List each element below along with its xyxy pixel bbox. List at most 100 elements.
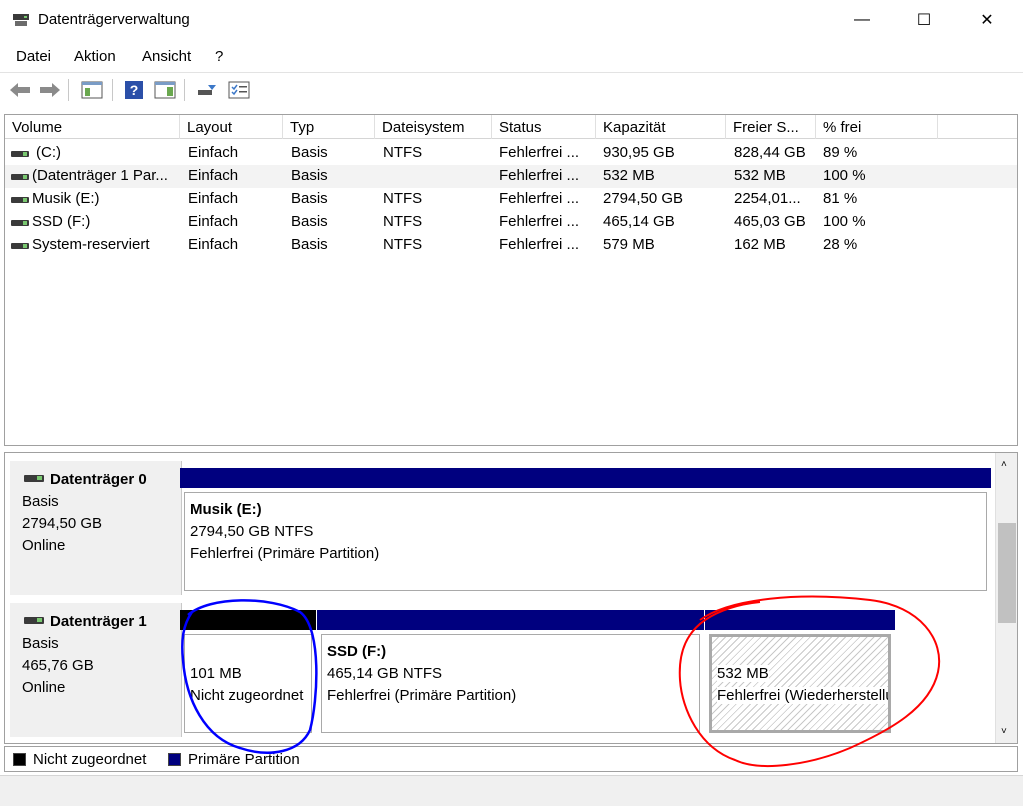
legend: Nicht zugeordnet Primäre Partition: [4, 746, 1018, 772]
cell-frei: 532 MB: [734, 167, 786, 184]
title-bar: Datenträgerverwaltung — ☐ ✕: [0, 0, 1023, 40]
cell-typ: Basis: [291, 213, 328, 230]
window-title: Datenträgerverwaltung: [38, 11, 190, 28]
partition-body: SSD (F:) 465,14 GB NTFS Fehlerfrei (Prim…: [321, 634, 700, 733]
disk-management-app-icon: [13, 14, 29, 26]
disk-0-size: 2794,50 GB: [22, 515, 103, 532]
volume-row[interactable]: SSD (F:) Einfach Basis NTFS Fehlerfrei .…: [5, 211, 1017, 234]
volume-list-header: Volume Layout Typ Dateisystem Status Kap…: [5, 115, 1017, 139]
connect-icon[interactable]: [195, 79, 219, 101]
cell-volume: SSD (F:): [32, 213, 91, 230]
scroll-up-icon[interactable]: ˄: [1001, 459, 1007, 470]
disk-1-size: 465,76 GB: [22, 657, 94, 674]
cell-frei: 162 MB: [734, 236, 786, 253]
partition-status: Fehlerfrei (Wiederherstellungspartition): [717, 687, 888, 704]
legend-primary-label: Primäre Partition: [188, 751, 300, 768]
disk-icon: [24, 475, 44, 482]
column-prozent-frei[interactable]: % frei: [816, 115, 938, 139]
column-dateisystem[interactable]: Dateisystem: [375, 115, 492, 139]
cell-status: Fehlerfrei ...: [499, 167, 580, 184]
action-pane-icon[interactable]: [153, 79, 177, 101]
volume-row[interactable]: (C:) Einfach Basis NTFS Fehlerfrei ... 9…: [5, 142, 1017, 165]
cell-typ: Basis: [291, 167, 328, 184]
cell-prozent: 81 %: [823, 190, 858, 207]
properties-icon[interactable]: [227, 79, 251, 101]
partition-status: Nicht zugeordnet: [190, 687, 304, 704]
cell-dateisystem: NTFS: [383, 213, 423, 230]
menu-aktion[interactable]: Aktion: [74, 48, 116, 65]
partition-size: 532 MB: [717, 665, 769, 682]
cell-frei: 465,03 GB: [734, 213, 806, 230]
volume-list[interactable]: Volume Layout Typ Dateisystem Status Kap…: [4, 114, 1018, 446]
console-tree-icon[interactable]: [80, 79, 104, 101]
volume-row[interactable]: Musik (E:) Einfach Basis NTFS Fehlerfrei…: [5, 188, 1017, 211]
forward-arrow-icon[interactable]: [38, 79, 62, 101]
disk-1-state: Online: [22, 679, 66, 696]
partition-bar: [180, 468, 991, 488]
volume-row[interactable]: (Datenträger 1 Par... Einfach Basis Fehl…: [5, 165, 1017, 188]
partition-status: Fehlerfrei (Primäre Partition): [327, 687, 517, 704]
partition-body: Musik (E:) 2794,50 GB NTFS Fehlerfrei (P…: [184, 492, 987, 591]
partition-musik[interactable]: Musik (E:) 2794,50 GB NTFS Fehlerfrei (P…: [180, 468, 991, 595]
cell-layout: Einfach: [188, 167, 239, 184]
volume-icon: [11, 197, 29, 203]
svg-text:?: ?: [130, 82, 139, 98]
cell-prozent: 100 %: [823, 213, 866, 230]
legend-unallocated-swatch: [13, 753, 26, 766]
cell-kapazitaet: 532 MB: [603, 167, 655, 184]
partition-bar: [705, 610, 895, 630]
partition-bar: [180, 610, 316, 630]
cell-volume: (C:): [36, 144, 61, 161]
partition-ssd[interactable]: SSD (F:) 465,14 GB NTFS Fehlerfrei (Prim…: [317, 610, 704, 737]
disk-view-scrollbar[interactable]: ˄ ˅: [995, 453, 1017, 743]
cell-kapazitaet: 930,95 GB: [603, 144, 675, 161]
partition-recovery[interactable]: 532 MB Fehlerfrei (Wiederherstellungspar…: [705, 610, 895, 737]
column-freier-speicher[interactable]: Freier S...: [726, 115, 816, 139]
disk-0-label[interactable]: Datenträger 0 Basis 2794,50 GB Online: [10, 461, 182, 595]
cell-status: Fehlerfrei ...: [499, 190, 580, 207]
scroll-down-icon[interactable]: ˅: [1001, 726, 1007, 737]
volume-icon: [11, 243, 29, 249]
cell-layout: Einfach: [188, 236, 239, 253]
menu-ansicht[interactable]: Ansicht: [142, 48, 191, 65]
volume-row[interactable]: System-reserviert Einfach Basis NTFS Feh…: [5, 234, 1017, 257]
maximize-button[interactable]: ☐: [901, 0, 947, 40]
disk-icon: [24, 617, 44, 624]
disk-0-state: Online: [22, 537, 66, 554]
menu-help[interactable]: ?: [215, 48, 223, 65]
scrollbar-thumb[interactable]: [998, 523, 1016, 623]
partition-unallocated[interactable]: 101 MB Nicht zugeordnet: [180, 610, 316, 737]
minimize-button[interactable]: —: [839, 0, 885, 40]
cell-status: Fehlerfrei ...: [499, 236, 580, 253]
disk-1-name: Datenträger 1: [50, 613, 147, 630]
cell-volume: (Datenträger 1 Par...: [32, 167, 168, 184]
partition-body: 532 MB Fehlerfrei (Wiederherstellungspar…: [709, 634, 891, 733]
column-kapazitaet[interactable]: Kapazität: [596, 115, 726, 139]
back-arrow-icon[interactable]: [8, 79, 32, 101]
partition-size: 2794,50 GB NTFS: [190, 523, 314, 540]
cell-frei: 2254,01...: [734, 190, 801, 207]
cell-layout: Einfach: [188, 190, 239, 207]
toolbar: ?: [0, 72, 1023, 106]
column-status[interactable]: Status: [492, 115, 596, 139]
volume-icon: [11, 220, 29, 226]
legend-unallocated-label: Nicht zugeordnet: [33, 751, 147, 768]
menu-datei[interactable]: Datei: [16, 48, 51, 65]
disk-graphical-view: Datenträger 0 Basis 2794,50 GB Online Mu…: [4, 452, 1018, 744]
column-volume[interactable]: Volume: [5, 115, 180, 139]
disk-0-type: Basis: [22, 493, 59, 510]
volume-icon: [11, 151, 29, 157]
disk-1-label[interactable]: Datenträger 1 Basis 465,76 GB Online: [10, 603, 182, 737]
column-typ[interactable]: Typ: [283, 115, 375, 139]
close-button[interactable]: ✕: [964, 0, 1010, 40]
cell-volume: Musik (E:): [32, 190, 100, 207]
legend-primary-swatch: [168, 753, 181, 766]
partition-title: SSD (F:): [327, 643, 387, 660]
cell-kapazitaet: 579 MB: [603, 236, 655, 253]
help-icon[interactable]: ?: [122, 79, 146, 101]
column-layout[interactable]: Layout: [180, 115, 283, 139]
disk-1-type: Basis: [22, 635, 59, 652]
cell-kapazitaet: 2794,50 GB: [603, 190, 684, 207]
cell-dateisystem: NTFS: [383, 144, 423, 161]
partition-bar: [317, 610, 704, 630]
